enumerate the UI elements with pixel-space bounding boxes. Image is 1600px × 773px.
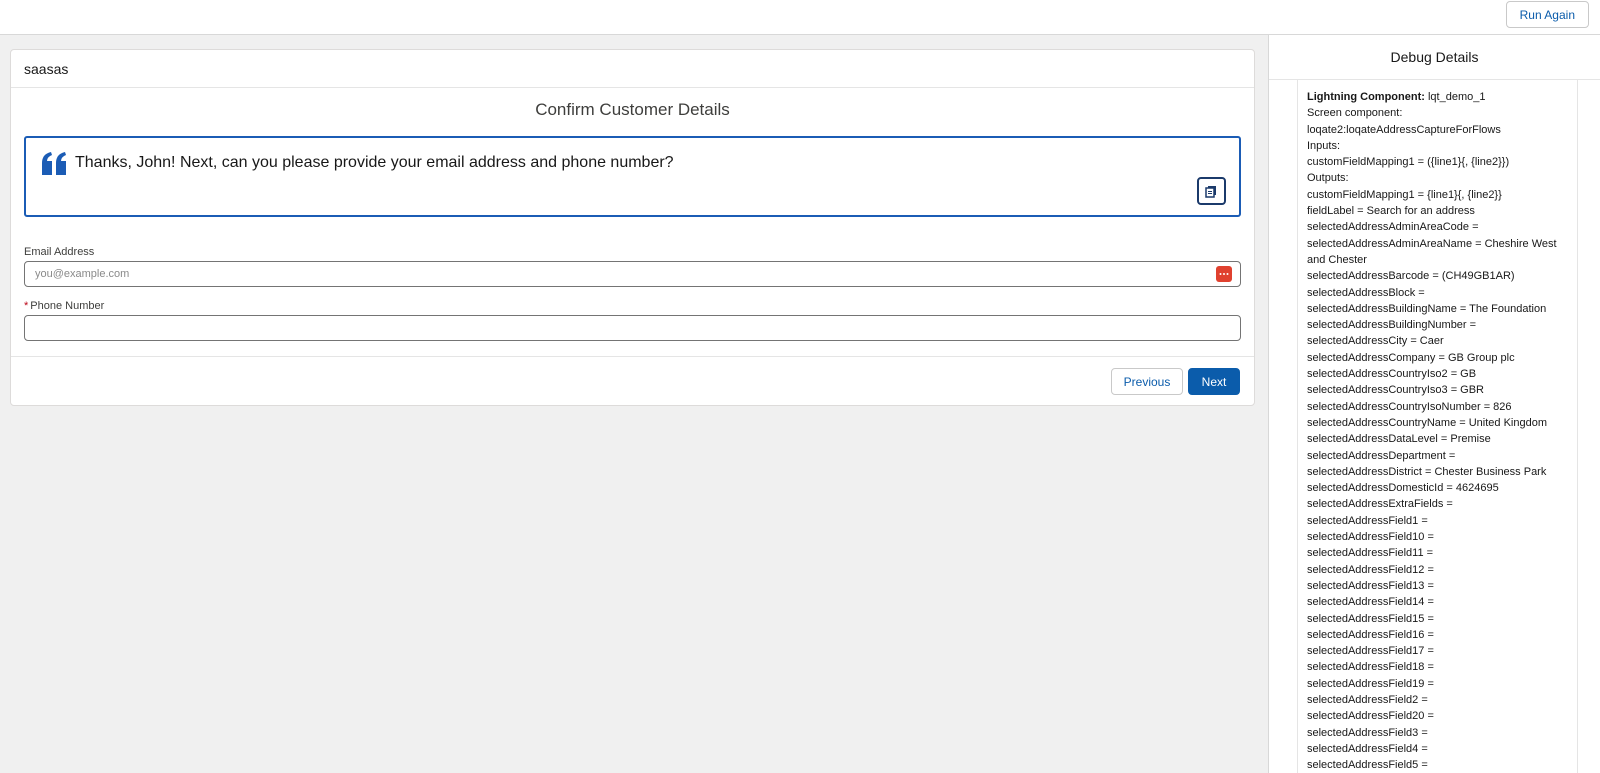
debug-line: selectedAddressField5 = <box>1307 759 1428 772</box>
debug-line: Screen component: <box>1307 107 1403 120</box>
copy-icon <box>1205 185 1216 198</box>
debug-panel: Debug Details Lightning Component: lqt_d… <box>1268 35 1600 773</box>
debug-component-line: Lightning Component: lqt_demo_1 <box>1307 89 1568 105</box>
debug-line: selectedAddressField15 = <box>1307 612 1434 625</box>
copy-button[interactable] <box>1197 177 1226 205</box>
email-field[interactable]: you@example.com <box>24 261 1241 287</box>
debug-line: selectedAddressCountryIso3 = GBR <box>1307 384 1485 397</box>
debug-line: selectedAddressDepartment = <box>1307 449 1456 462</box>
debug-line: selectedAddressField16 = <box>1307 628 1434 641</box>
footer-divider <box>11 356 1254 357</box>
debug-line: selectedAddressCompany = GB Group plc <box>1307 351 1515 364</box>
phone-label: * Phone Number <box>24 300 104 312</box>
debug-line: fieldLabel = Search for an address <box>1307 205 1475 218</box>
debug-line: selectedAddressField4 = <box>1307 742 1428 755</box>
debug-line: Inputs: <box>1307 139 1341 152</box>
debug-line: selectedAddressField17 = <box>1307 645 1434 658</box>
phone-field[interactable] <box>24 315 1241 341</box>
email-label: Email Address <box>24 246 95 258</box>
debug-line: Outputs: <box>1307 172 1349 185</box>
debug-line: selectedAddressField14 = <box>1307 596 1434 609</box>
debug-line: selectedAddressAdminAreaName = Cheshire … <box>1307 237 1557 266</box>
dots-icon <box>1219 273 1229 275</box>
quote-icon <box>42 152 66 175</box>
debug-line: selectedAddressField13 = <box>1307 579 1434 592</box>
email-placeholder: you@example.com <box>35 268 130 280</box>
debug-line: selectedAddressField3 = <box>1307 726 1428 739</box>
debug-line: selectedAddressBuildingName = The Founda… <box>1307 302 1547 315</box>
debug-line: selectedAddressDomesticId = 4624695 <box>1307 482 1499 495</box>
debug-line: selectedAddressField11 = <box>1307 547 1434 560</box>
debug-component-label: Lightning Component: <box>1307 91 1425 103</box>
debug-line: customFieldMapping1 = {line1}{, {line2}} <box>1307 188 1502 201</box>
debug-lines: Lightning Component: lqt_demo_1 Screen c… <box>1298 80 1568 773</box>
debug-component-value: lqt_demo_1 <box>1424 91 1486 103</box>
password-manager-icon[interactable] <box>1216 266 1232 282</box>
flow-screen-card: saasas Confirm Customer Details Thanks, … <box>10 49 1255 406</box>
screen-header: saasas <box>11 50 1254 88</box>
debug-line: selectedAddressCountryIsoNumber = 826 <box>1307 400 1512 413</box>
message-box: Thanks, John! Next, can you please provi… <box>24 136 1241 217</box>
debug-line: selectedAddressAdminAreaCode = <box>1307 221 1479 234</box>
debug-line: selectedAddressField19 = <box>1307 677 1434 690</box>
debug-title: Debug Details <box>1269 35 1600 80</box>
debug-line: selectedAddressBlock = <box>1307 286 1425 299</box>
run-again-button[interactable]: Run Again <box>1505 1 1589 28</box>
debug-line: selectedAddressField18 = <box>1307 661 1434 674</box>
debug-line: customFieldMapping1 = ({line1}{, {line2}… <box>1307 156 1510 169</box>
debug-line: selectedAddressBarcode = (CH49GB1AR) <box>1307 270 1515 283</box>
debug-body[interactable]: Lightning Component: lqt_demo_1 Screen c… <box>1297 80 1578 773</box>
phone-label-text: Phone Number <box>30 300 105 312</box>
top-bar: Run Again <box>0 0 1600 35</box>
previous-button[interactable]: Previous <box>1111 368 1183 395</box>
debug-line: selectedAddressDistrict = Chester Busine… <box>1307 465 1547 478</box>
debug-line: selectedAddressField10 = <box>1307 531 1434 544</box>
debug-line: loqate2:loqateAddressCaptureForFlows <box>1307 123 1501 136</box>
debug-line: selectedAddressCountryName = United King… <box>1307 416 1547 429</box>
required-marker: * <box>24 300 29 312</box>
debug-line: selectedAddressBuildingNumber = <box>1307 319 1477 332</box>
debug-line: selectedAddressField2 = <box>1307 693 1428 706</box>
debug-line: selectedAddressCountryIso2 = GB <box>1307 368 1477 381</box>
screen-title: Confirm Customer Details <box>535 100 730 119</box>
debug-line: selectedAddressDataLevel = Premise <box>1307 433 1491 446</box>
debug-line: selectedAddressField1 = <box>1307 514 1428 527</box>
debug-line: selectedAddressExtraFields = <box>1307 498 1453 511</box>
debug-line: selectedAddressCity = Caer <box>1307 335 1444 348</box>
debug-line: selectedAddressField20 = <box>1307 710 1434 723</box>
message-text: Thanks, John! Next, can you please provi… <box>75 154 674 171</box>
next-button[interactable]: Next <box>1188 368 1240 395</box>
debug-line: selectedAddressField12 = <box>1307 563 1434 576</box>
